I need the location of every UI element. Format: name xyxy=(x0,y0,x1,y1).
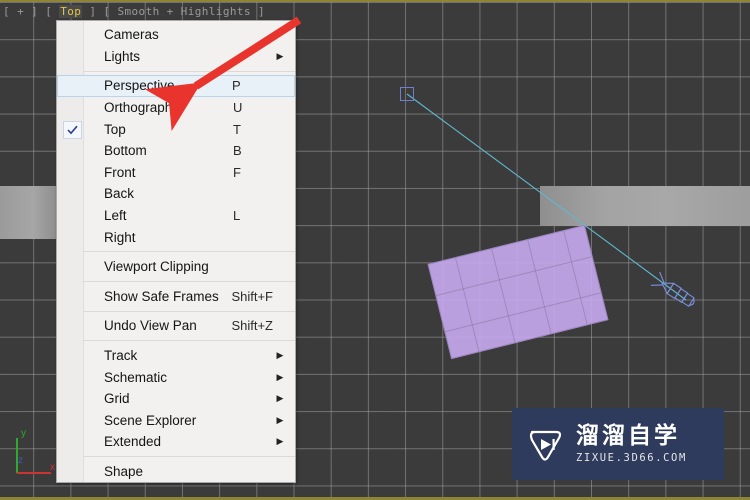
menu-item-right[interactable]: Right xyxy=(57,226,295,248)
submenu-chevron-icon: ▶ xyxy=(276,29,284,40)
camera-target-square[interactable] xyxy=(400,87,414,101)
app-root: y x z [ + ] [ Top ] [ Smooth + Highlight… xyxy=(0,0,750,500)
viewport-label-shading[interactable]: Smooth + Highlights xyxy=(117,5,250,18)
viewport-label-b1: ] xyxy=(31,5,39,18)
viewport-label-open: [ xyxy=(3,5,11,18)
viewport-label-plus[interactable]: + xyxy=(17,5,24,18)
menu-item-show-safe-frames[interactable]: Show Safe Frames Shift+F xyxy=(57,286,295,308)
menu-item-label: Top xyxy=(104,121,126,137)
check-icon xyxy=(63,120,82,139)
menu-item-track[interactable]: Track ▶ xyxy=(57,345,295,367)
menu-item-grid[interactable]: Grid ▶ xyxy=(57,388,295,410)
viewport-label-b2: [ xyxy=(45,5,53,18)
viewport-label-close: ] xyxy=(257,5,265,18)
menu-item-front[interactable]: Front F xyxy=(57,162,295,184)
menu-item-shortcut: L xyxy=(233,208,241,224)
menu-item-label: Front xyxy=(104,164,136,180)
menu-separator xyxy=(83,281,295,283)
menu-item-label: Left xyxy=(104,208,127,224)
menu-item-extended[interactable]: Extended ▶ xyxy=(57,431,295,453)
menu-item-orthographic[interactable]: Orthographic U xyxy=(57,97,295,119)
menu-separator xyxy=(83,310,295,312)
menu-item-back[interactable]: Back xyxy=(57,183,295,205)
axis-label-y: y xyxy=(21,428,26,439)
menu-item-lights[interactable]: Lights ▶ xyxy=(57,46,295,68)
menu-separator xyxy=(83,456,295,458)
menu-separator xyxy=(83,340,295,342)
menu-item-shape[interactable]: Shape xyxy=(57,461,295,483)
viewport-label[interactable]: [ + ] [ Top ] [ Smooth + Highlights ] xyxy=(3,5,265,18)
menu-item-shortcut: Shift+F xyxy=(231,288,273,304)
menu-item-label: Schematic xyxy=(104,369,168,385)
menu-item-label: Shape xyxy=(104,463,144,479)
play-button-icon xyxy=(529,430,562,461)
submenu-chevron-icon: ▶ xyxy=(276,50,284,61)
menu-item-schematic[interactable]: Schematic ▶ xyxy=(57,366,295,388)
menu-item-shortcut: Shift+Z xyxy=(231,318,273,334)
menu-item-label: Lights xyxy=(104,48,141,64)
watermark: 溜溜自学 ZIXUE.3D66.COM xyxy=(512,408,724,480)
menu-item-shortcut: F xyxy=(233,164,241,180)
submenu-chevron-icon: ▶ xyxy=(276,436,284,447)
menu-item-shortcut: P xyxy=(232,78,241,94)
menu-item-scene-explorer[interactable]: Scene Explorer ▶ xyxy=(57,410,295,432)
axis-label-z: z xyxy=(18,455,23,466)
menu-item-top[interactable]: Top T xyxy=(57,118,295,140)
menu-item-label: Cameras xyxy=(104,27,159,43)
menu-item-cameras[interactable]: Cameras ▶ xyxy=(57,24,295,46)
menu-separator xyxy=(83,70,295,72)
submenu-chevron-icon: ▶ xyxy=(276,393,284,404)
menu-item-label: Scene Explorer xyxy=(104,412,197,428)
menu-item-label: Back xyxy=(104,186,135,202)
menu-item-shortcut: U xyxy=(233,100,243,116)
menu-item-label: Grid xyxy=(104,391,130,407)
menu-separator xyxy=(83,251,295,253)
menu-item-shortcut: T xyxy=(233,121,241,137)
menu-item-label: Viewport Clipping xyxy=(104,259,209,275)
menu-item-label: Extended xyxy=(104,434,162,450)
viewport-label-view[interactable]: Top xyxy=(59,5,83,18)
menu-item-label: Orthographic xyxy=(104,100,183,116)
menu-item-label: Show Safe Frames xyxy=(104,288,219,304)
menu-item-label: Right xyxy=(104,229,136,245)
submenu-chevron-icon: ▶ xyxy=(276,414,284,425)
viewport-active-border-top xyxy=(0,0,750,2)
menu-item-shortcut: B xyxy=(233,143,242,159)
menu-item-viewport-clipping[interactable]: Viewport Clipping xyxy=(57,256,295,278)
menu-item-left[interactable]: Left L xyxy=(57,205,295,227)
viewport-label-b3: ] xyxy=(89,5,97,18)
menu-item-perspective[interactable]: Perspective P xyxy=(57,75,295,97)
menu-item-list: Cameras ▶ Lights ▶ Perspective P Orthographic U… xyxy=(57,24,295,482)
viewport-label-b4: [ xyxy=(103,5,111,18)
axis-label-x: x xyxy=(50,462,55,473)
menu-item-label: Track xyxy=(104,348,138,364)
menu-item-label: Perspective xyxy=(104,78,175,94)
watermark-url: ZIXUE.3D66.COM xyxy=(576,452,687,465)
menu-item-label: Undo View Pan xyxy=(104,318,197,334)
submenu-chevron-icon: ▶ xyxy=(276,350,284,361)
watermark-brand: 溜溜自学 xyxy=(576,422,680,449)
menu-item-undo-view-pan[interactable]: Undo View Pan Shift+Z xyxy=(57,315,295,337)
menu-item-label: Bottom xyxy=(104,143,147,159)
viewport-context-menu[interactable]: Cameras ▶ Lights ▶ Perspective P Orthographic U… xyxy=(56,20,296,484)
menu-item-bottom[interactable]: Bottom B xyxy=(57,140,295,162)
axis-tripod: y x z xyxy=(16,428,55,474)
submenu-chevron-icon: ▶ xyxy=(276,371,284,382)
